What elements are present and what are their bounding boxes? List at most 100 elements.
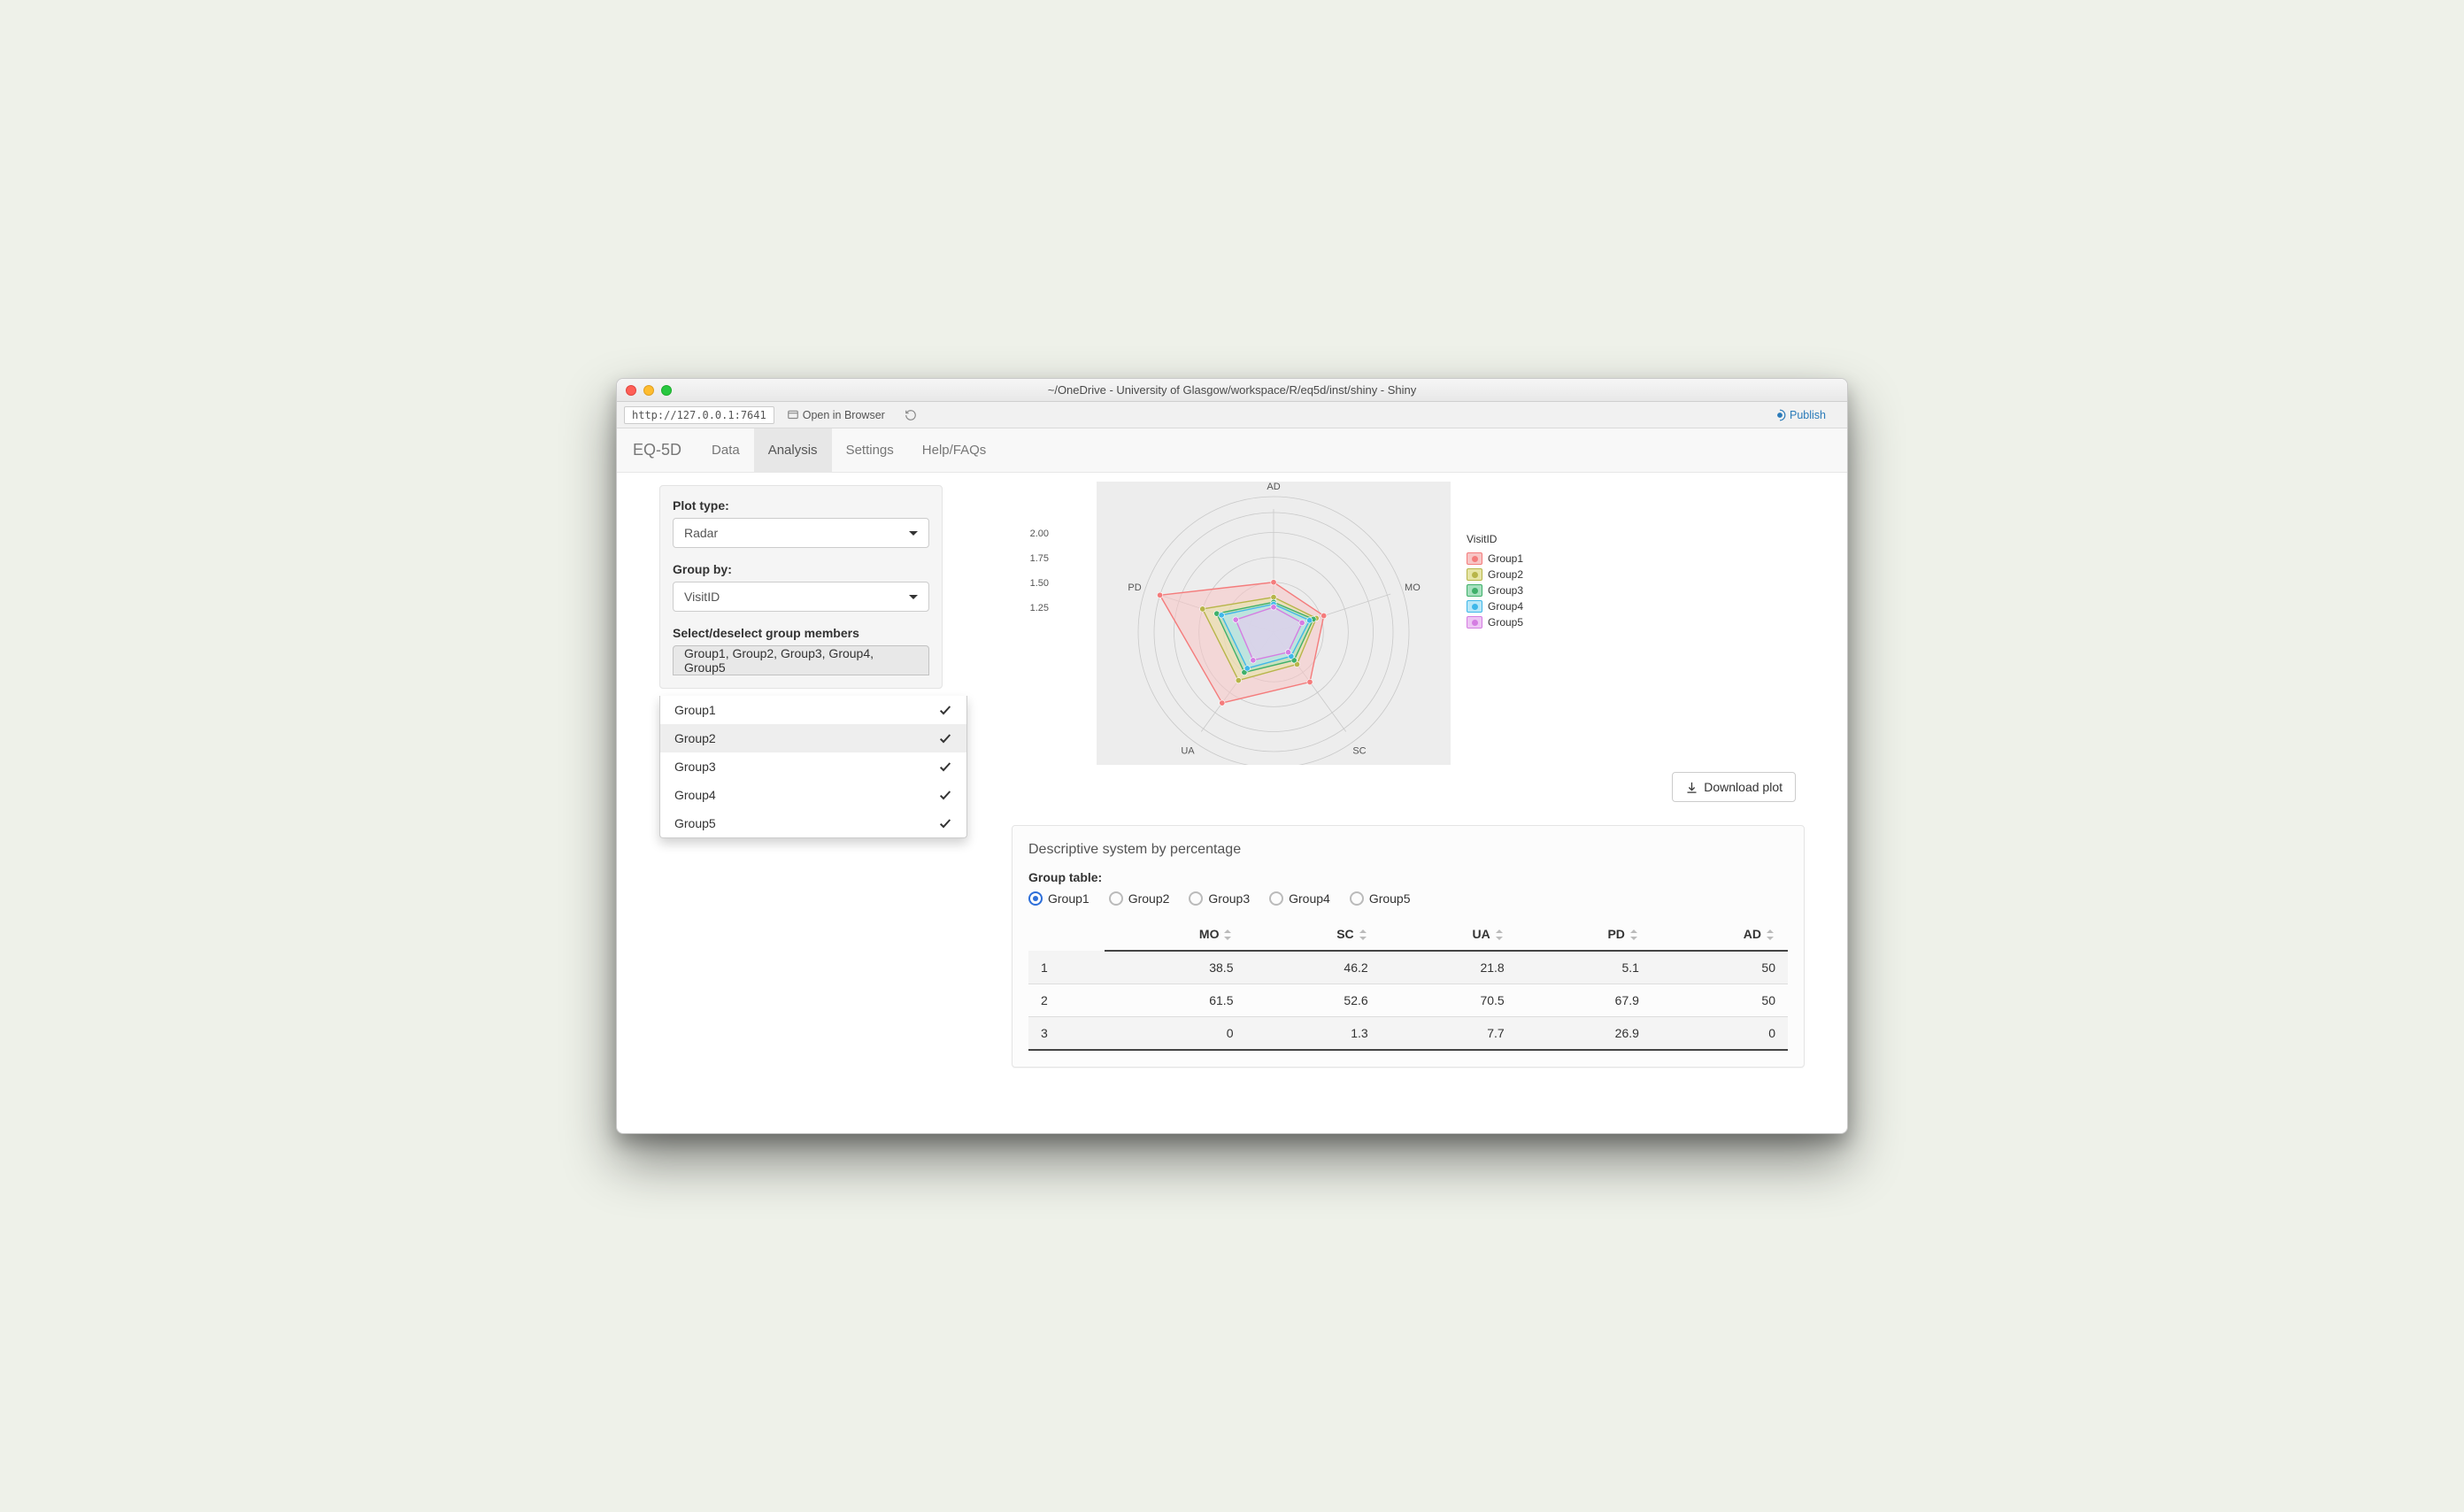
reload-button[interactable] [897, 405, 924, 425]
legend-item-group5[interactable]: Group5 [1467, 614, 1523, 630]
members-dropdown: Group1 Group2 Group3 Group4 Group5 [659, 696, 967, 838]
members-option-group2[interactable]: Group2 [660, 724, 966, 752]
radio-group3[interactable]: Group3 [1189, 891, 1250, 906]
check-icon [938, 731, 952, 745]
radio-icon [1350, 891, 1364, 906]
download-row: Download plot [1012, 772, 1796, 802]
tab-analysis[interactable]: Analysis [754, 428, 832, 472]
column-header-ua[interactable]: UA [1381, 918, 1517, 951]
plot-type-group: Plot type: Radar [673, 498, 929, 548]
option-label: Group3 [674, 760, 716, 774]
cell: 67.9 [1517, 984, 1652, 1017]
members-option-group4[interactable]: Group4 [660, 781, 966, 809]
check-icon [938, 760, 952, 774]
download-plot-button[interactable]: Download plot [1672, 772, 1796, 802]
column-header-sc[interactable]: SC [1245, 918, 1380, 951]
cell: 52.6 [1245, 984, 1380, 1017]
radio-icon [1189, 891, 1203, 906]
legend-item-group4[interactable]: Group4 [1467, 598, 1523, 614]
close-window-icon[interactable] [626, 385, 636, 396]
members-option-group5[interactable]: Group5 [660, 809, 966, 837]
column-header-ad[interactable]: AD [1652, 918, 1788, 951]
row-label: 1 [1028, 951, 1105, 984]
download-plot-label: Download plot [1704, 780, 1783, 794]
group-table-radios: Group1 Group2 Group3 Group4 Group5 [1028, 891, 1788, 906]
radio-group4[interactable]: Group4 [1269, 891, 1330, 906]
legend-item-group3[interactable]: Group3 [1467, 582, 1523, 598]
legend-swatch [1467, 568, 1482, 581]
axis-label-sc: SC [1352, 745, 1366, 756]
cell: 38.5 [1105, 951, 1246, 984]
main: ADMOSCUAPD 2.001.751.501.25 VisitID Grou… [985, 473, 1847, 1133]
table-row: 261.552.670.567.950 [1028, 984, 1788, 1017]
cell: 5.1 [1517, 951, 1652, 984]
cell: 7.7 [1381, 1017, 1517, 1051]
radar-plot: ADMOSCUAPD 2.001.751.501.25 [1097, 482, 1451, 765]
cell: 0 [1652, 1017, 1788, 1051]
check-icon [938, 788, 952, 802]
reload-icon [905, 409, 917, 421]
column-header-rowlabel [1028, 918, 1105, 951]
open-in-browser-label: Open in Browser [803, 409, 885, 421]
legend-label: Group4 [1488, 600, 1523, 613]
radio-label: Group3 [1208, 891, 1250, 906]
column-header-mo[interactable]: MO [1105, 918, 1246, 951]
radio-label: Group2 [1128, 891, 1170, 906]
axis-label-mo: MO [1405, 582, 1421, 593]
radio-group2[interactable]: Group2 [1109, 891, 1170, 906]
option-label: Group1 [674, 703, 716, 717]
group-by-label: Group by: [673, 562, 929, 576]
group-by-value: VisitID [684, 590, 720, 604]
data-table: MOSCUAPDAD 138.546.221.85.150261.552.670… [1028, 918, 1788, 1051]
publish-icon [1774, 409, 1786, 421]
legend-item-group2[interactable]: Group2 [1467, 567, 1523, 582]
plot-row: ADMOSCUAPD 2.001.751.501.25 VisitID Grou… [1012, 482, 1805, 765]
radio-group5[interactable]: Group5 [1350, 891, 1411, 906]
table-row: 138.546.221.85.150 [1028, 951, 1788, 984]
minimize-window-icon[interactable] [643, 385, 654, 396]
column-header-pd[interactable]: PD [1517, 918, 1652, 951]
legend-label: Group2 [1488, 568, 1523, 581]
check-icon [938, 703, 952, 717]
legend-swatch [1467, 600, 1482, 613]
radio-group1[interactable]: Group1 [1028, 891, 1090, 906]
legend-item-group1[interactable]: Group1 [1467, 551, 1523, 567]
plot-type-select[interactable]: Radar [673, 518, 929, 548]
axis-label-ua: UA [1181, 745, 1195, 756]
group-table-label: Group table: [1028, 870, 1788, 884]
legend-label: Group5 [1488, 616, 1523, 629]
group-by-group: Group by: VisitID [673, 562, 929, 612]
tab-settings[interactable]: Settings [832, 428, 908, 472]
open-in-browser-button[interactable]: Open in Browser [780, 405, 892, 425]
members-select[interactable]: Group1, Group2, Group3, Group4, Group5 [673, 645, 929, 675]
tab-helpfaqs[interactable]: Help/FAQs [908, 428, 1001, 472]
window-title: ~/OneDrive - University of Glasgow/works… [617, 383, 1847, 397]
zoom-window-icon[interactable] [661, 385, 672, 396]
members-option-group1[interactable]: Group1 [660, 696, 966, 724]
tick-label: 2.00 [1030, 529, 1049, 539]
row-label: 3 [1028, 1017, 1105, 1051]
address-input[interactable]: http://127.0.0.1:7641 [624, 406, 774, 424]
members-summary: Group1, Group2, Group3, Group4, Group5 [684, 646, 918, 675]
members-option-group3[interactable]: Group3 [660, 752, 966, 781]
tab-data[interactable]: Data [697, 428, 754, 472]
radio-label: Group4 [1289, 891, 1330, 906]
cell: 50 [1652, 984, 1788, 1017]
group-by-select[interactable]: VisitID [673, 582, 929, 612]
radar-svg: ADMOSCUAPD [1097, 482, 1451, 765]
publish-button[interactable]: Publish [1767, 405, 1840, 425]
radio-icon [1109, 891, 1123, 906]
browser-icon [787, 409, 799, 421]
legend-dot-icon [1472, 588, 1478, 594]
table-row: 301.37.726.90 [1028, 1017, 1788, 1051]
chevron-down-icon [909, 595, 918, 599]
cell: 70.5 [1381, 984, 1517, 1017]
legend-label: Group3 [1488, 584, 1523, 597]
cell: 0 [1105, 1017, 1246, 1051]
app-brand: EQ-5D [633, 428, 697, 472]
option-label: Group5 [674, 816, 716, 830]
app-window: ~/OneDrive - University of Glasgow/works… [616, 378, 1848, 1134]
legend-dot-icon [1472, 572, 1478, 578]
legend-swatch [1467, 584, 1482, 597]
sidebar: Plot type: Radar Group by: VisitID Selec… [617, 473, 985, 1133]
